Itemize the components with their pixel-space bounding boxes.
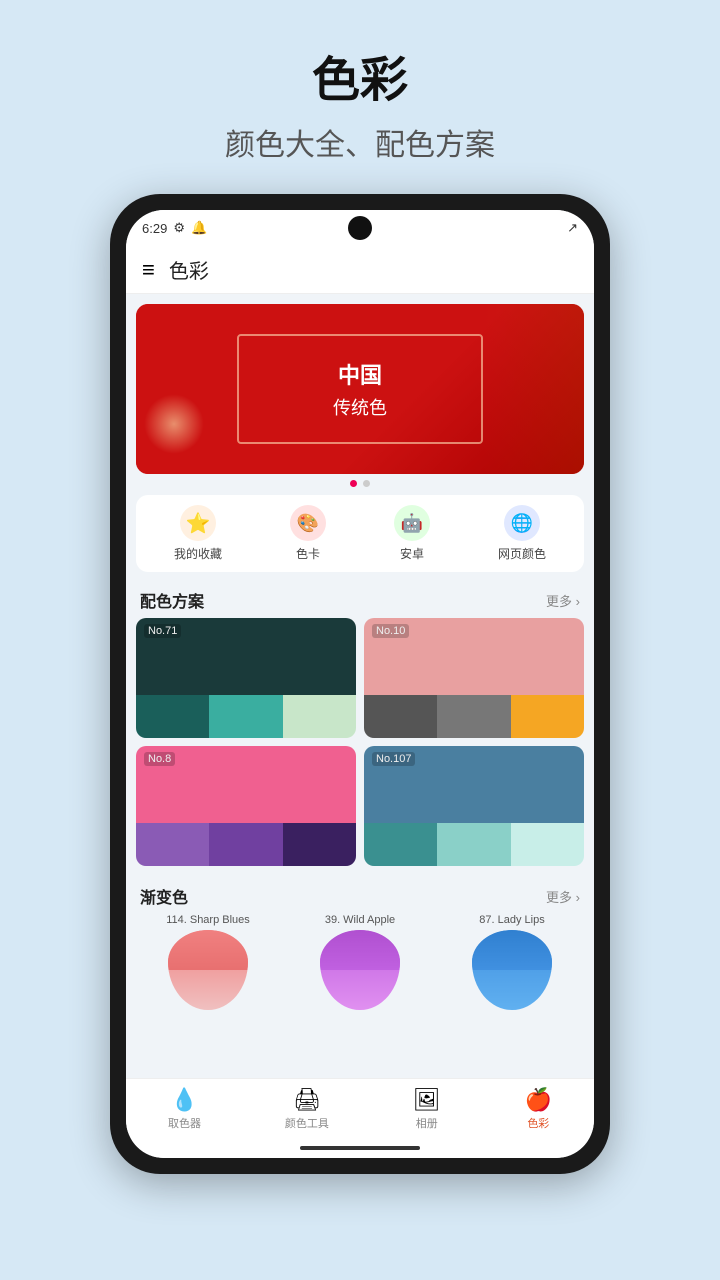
colors-label: 色彩: [527, 1115, 549, 1131]
picker-label: 取色器: [168, 1115, 201, 1131]
banner-main-text: 中国: [333, 358, 387, 390]
picker-icon: 💧: [171, 1087, 198, 1113]
nav-item-palettes[interactable]: 🎨 色卡: [290, 505, 326, 562]
palettes-icon: 🎨: [290, 505, 326, 541]
bottom-nav: 💧 取色器 🖨 颜色工具 🖼 相册 🍎 色彩: [126, 1078, 594, 1138]
banner[interactable]: 中国 传统色: [136, 304, 584, 474]
nav-item-favorites[interactable]: ⭐ 我的收藏: [174, 505, 222, 562]
color-scheme-more[interactable]: 更多 ›: [546, 591, 580, 610]
home-indicator: [126, 1138, 594, 1158]
status-left: 6:29 ⚙ 🔔: [142, 220, 207, 236]
page-title: 色彩: [225, 40, 495, 110]
swatch-b3-8: [283, 823, 356, 866]
gradient-section: 渐变色 更多 › 114. Sharp Blues 39. Wild Apple: [126, 876, 594, 1020]
gradient-grid: 114. Sharp Blues 39. Wild Apple: [126, 914, 594, 1020]
swatch-b2-10: [437, 695, 510, 738]
banner-sub-text: 传统色: [333, 394, 387, 420]
dot-2: [363, 480, 370, 487]
swatch-b3-10: [511, 695, 584, 738]
swatch-b1-10: [364, 695, 437, 738]
banner-text: 中国 传统色: [333, 358, 387, 420]
swatch-b2-107: [437, 823, 510, 866]
tools-icon: 🖨: [293, 1087, 321, 1113]
bottom-nav-picker[interactable]: 💧 取色器: [158, 1083, 211, 1135]
app-bar-title: 色彩: [169, 255, 209, 284]
gradient-item-wild-apple[interactable]: 39. Wild Apple: [288, 914, 432, 1010]
page-subtitle: 颜色大全、配色方案: [225, 120, 495, 164]
banner-dots: [126, 480, 594, 487]
palette-label-107: No.107: [372, 752, 415, 766]
nav-item-web[interactable]: 🌐 网页颜色: [498, 505, 546, 562]
palette-label-10: No.10: [372, 624, 409, 638]
swatch-b3-71: [283, 695, 356, 738]
gradient-title: 渐变色: [140, 884, 188, 908]
gradient-item-lady-lips[interactable]: 87. Lady Lips: [440, 914, 584, 1010]
bottom-nav-album[interactable]: 🖼 相册: [403, 1083, 451, 1135]
swatch-b1-71: [136, 695, 209, 738]
status-bar: 6:29 ⚙ 🔔 ↗: [126, 210, 594, 246]
swatch-b3-107: [511, 823, 584, 866]
phone-device: 6:29 ⚙ 🔔 ↗ ≡ 色彩: [110, 194, 610, 1174]
swatch-bottom-107: [364, 823, 584, 866]
album-icon: 🖼: [413, 1087, 441, 1113]
content-scroll[interactable]: 中国 传统色 ⭐ 我的收藏 🎨 色卡 🤖: [126, 294, 594, 1078]
swatch-bottom-8: [136, 823, 356, 866]
gradient-circle-3: [472, 930, 552, 1010]
palette-grid: No.71 No.10: [126, 618, 594, 866]
color-scheme-header: 配色方案 更多 ›: [126, 580, 594, 618]
app-bar: ≡ 色彩: [126, 246, 594, 294]
palette-card-107[interactable]: No.107: [364, 746, 584, 866]
android-icon: 🤖: [394, 505, 430, 541]
bottom-nav-colors[interactable]: 🍎 色彩: [515, 1083, 562, 1135]
colors-icon: 🍎: [525, 1087, 552, 1113]
swatch-bottom-71: [136, 695, 356, 738]
nav-label-android: 安卓: [400, 545, 424, 562]
nav-label-web: 网页颜色: [498, 545, 546, 562]
menu-icon[interactable]: ≡: [142, 257, 155, 283]
gradient-label-2: 39. Wild Apple: [325, 914, 395, 926]
album-label: 相册: [416, 1115, 438, 1131]
palette-card-10[interactable]: No.10: [364, 618, 584, 738]
swatch-b2-8: [209, 823, 282, 866]
front-camera: [348, 216, 372, 240]
page-header: 色彩 颜色大全、配色方案: [225, 0, 495, 174]
nav-label-palettes: 色卡: [296, 545, 320, 562]
web-icon: 🌐: [504, 505, 540, 541]
settings-icon: ⚙: [173, 220, 185, 236]
gradient-more[interactable]: 更多 ›: [546, 887, 580, 906]
home-bar: [300, 1146, 420, 1150]
favorites-icon: ⭐: [180, 505, 216, 541]
swatch-b1-107: [364, 823, 437, 866]
quick-nav: ⭐ 我的收藏 🎨 色卡 🤖 安卓 🌐 网页颜色: [136, 495, 584, 572]
swatch-b1-8: [136, 823, 209, 866]
gradient-circle-2: [320, 930, 400, 1010]
swatch-b2-71: [209, 695, 282, 738]
gradient-header: 渐变色 更多 ›: [126, 876, 594, 914]
swatch-bottom-10: [364, 695, 584, 738]
notification-icon: 🔔: [191, 220, 207, 236]
gradient-item-sharp-blues[interactable]: 114. Sharp Blues: [136, 914, 280, 1010]
palette-label-8: No.8: [144, 752, 175, 766]
gradient-circle-1: [168, 930, 248, 1010]
tools-label: 颜色工具: [285, 1115, 329, 1131]
signal-icon: ↗: [567, 220, 578, 236]
phone-screen: 6:29 ⚙ 🔔 ↗ ≡ 色彩: [126, 210, 594, 1158]
dot-1: [350, 480, 357, 487]
palette-card-8[interactable]: No.8: [136, 746, 356, 866]
nav-item-android[interactable]: 🤖 安卓: [394, 505, 430, 562]
palette-label-71: No.71: [144, 624, 181, 638]
status-time: 6:29: [142, 221, 167, 236]
bottom-nav-tools[interactable]: 🖨 颜色工具: [275, 1083, 339, 1135]
nav-label-favorites: 我的收藏: [174, 545, 222, 562]
gradient-label-1: 114. Sharp Blues: [166, 914, 250, 926]
palette-card-71[interactable]: No.71: [136, 618, 356, 738]
gradient-label-3: 87. Lady Lips: [479, 914, 544, 926]
status-right: ↗: [567, 220, 578, 236]
color-scheme-title: 配色方案: [140, 588, 204, 612]
